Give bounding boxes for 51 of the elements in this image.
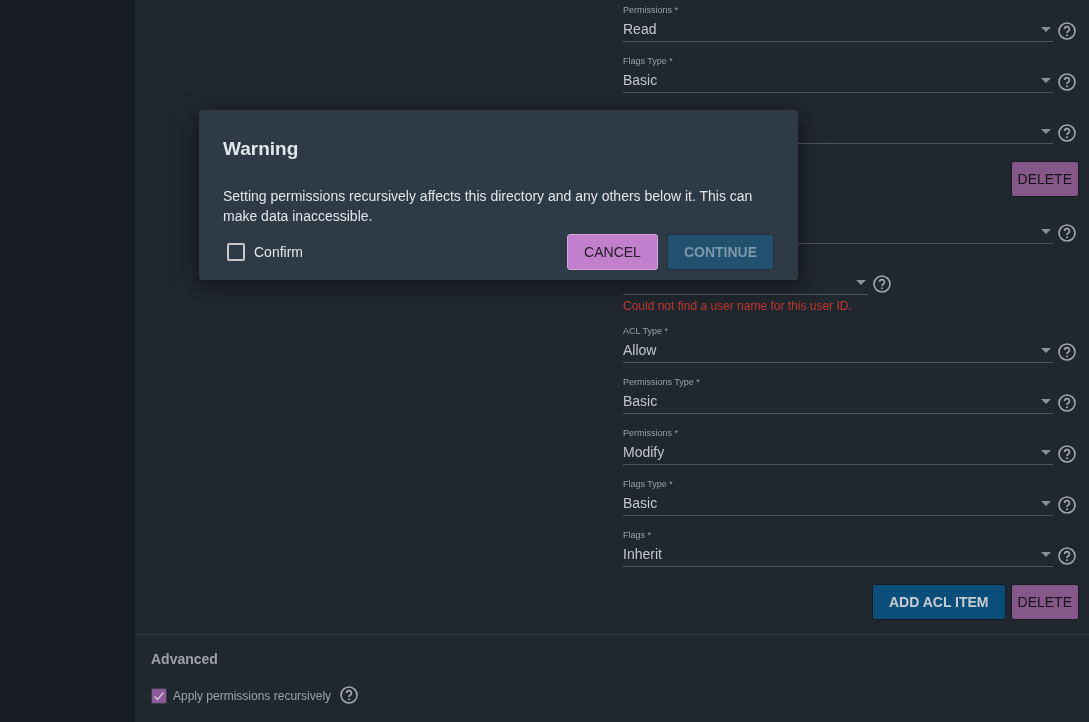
select-field[interactable]: Permissions Type * Basic xyxy=(623,375,1053,414)
field-value: Modify xyxy=(623,444,665,460)
help-icon[interactable] xyxy=(1058,394,1076,412)
field-label: Flags Type * xyxy=(623,479,673,489)
error-message: Could not find a user name for this user ID. xyxy=(623,298,853,314)
select-field[interactable]: ACL Type * Allow xyxy=(623,324,1053,363)
select-field[interactable]: Permissions * Modify xyxy=(623,426,1053,465)
select-field[interactable]: Flags Type * Basic xyxy=(623,477,1053,516)
field-label: Permissions Type * xyxy=(623,377,700,387)
field-value: Basic xyxy=(623,393,658,409)
help-icon[interactable] xyxy=(1058,224,1076,242)
field-value: Read xyxy=(623,21,657,37)
help-icon[interactable] xyxy=(1058,445,1076,463)
field-value: Basic xyxy=(623,72,658,88)
field-value: Allow xyxy=(623,342,657,358)
field-label: Permissions * xyxy=(623,428,678,438)
help-icon[interactable] xyxy=(1058,22,1076,40)
field-label: Flags Type * xyxy=(623,56,673,66)
checkbox-label: Confirm xyxy=(254,244,303,260)
dialog-message: Setting permissions recursively affects this directory and any others below it. This can make data inaccessible. xyxy=(223,187,754,226)
caret-icon xyxy=(1041,347,1051,353)
field-label: ACL Type * xyxy=(623,326,669,336)
field-label: Permissions * xyxy=(623,5,678,15)
help-icon[interactable] xyxy=(1058,343,1076,361)
caret-icon xyxy=(1041,228,1051,234)
help-icon[interactable] xyxy=(1058,547,1076,565)
help-icon[interactable] xyxy=(1058,124,1076,142)
field-label: Flags * xyxy=(623,530,651,540)
select-field[interactable]: Flags Type * Basic xyxy=(623,54,1053,93)
cancel-button[interactable]: CANCEL xyxy=(567,234,658,270)
checkbox-label: Apply permissions recursively xyxy=(173,689,332,703)
field-value: Inherit xyxy=(623,546,662,562)
help-icon[interactable] xyxy=(1058,496,1076,514)
caret-icon xyxy=(1041,398,1051,404)
caret-icon xyxy=(1041,26,1051,32)
caret-icon xyxy=(1041,77,1051,83)
dialog-title: Warning xyxy=(223,138,300,160)
select-field[interactable]: Flags * Inherit xyxy=(623,528,1053,567)
caret-icon xyxy=(1041,500,1051,506)
field-value: Basic xyxy=(623,495,658,511)
caret-icon xyxy=(1041,551,1051,557)
help-icon[interactable] xyxy=(873,275,891,293)
section-title: Advanced xyxy=(151,651,219,667)
help-icon[interactable] xyxy=(1058,73,1076,91)
select-field[interactable]: Permissions * Read xyxy=(623,3,1053,42)
help-icon[interactable] xyxy=(340,686,359,704)
caret-icon xyxy=(1041,128,1051,134)
caret-icon xyxy=(856,279,866,285)
checkbox[interactable] xyxy=(151,688,167,704)
add-button[interactable]: ADD ACL ITEM xyxy=(871,584,1006,620)
caret-icon xyxy=(1041,449,1051,455)
